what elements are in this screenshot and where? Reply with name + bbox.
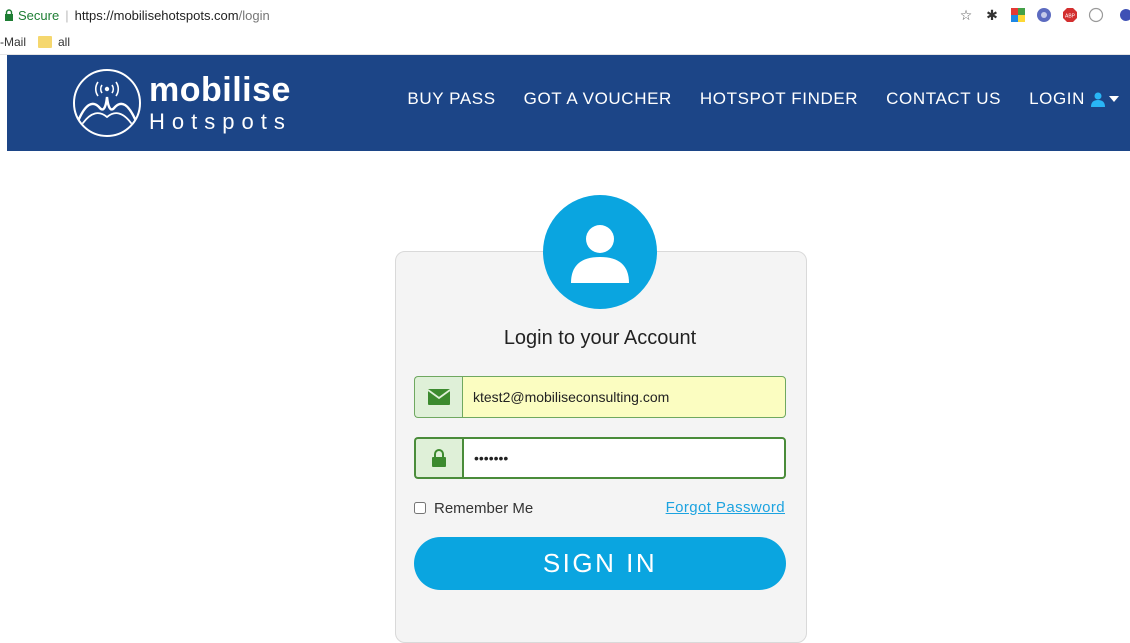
globe-icon[interactable]	[1036, 7, 1052, 23]
password-input[interactable]	[462, 437, 786, 479]
nav-buy-pass[interactable]: BUY PASS	[407, 89, 495, 109]
url-host[interactable]: https://mobilisehotspots.com	[75, 8, 239, 23]
email-addon	[414, 376, 462, 418]
logo-subtitle: Hotspots	[149, 109, 292, 134]
email-field-group	[414, 376, 786, 418]
padlock-icon	[432, 449, 446, 467]
nav-login[interactable]: LOGIN	[1029, 89, 1119, 109]
forgot-password-link[interactable]: Forgot Password	[666, 499, 785, 516]
logo-name: mobilise	[149, 71, 291, 109]
logo-text: mobilise Hotspots	[149, 73, 292, 133]
bookmark-all-label: all	[58, 35, 71, 49]
bookmark-mail[interactable]: -Mail	[0, 35, 26, 49]
bookmark-mail-label: -Mail	[0, 35, 26, 49]
envelope-icon	[427, 389, 450, 405]
nav-contact-us[interactable]: CONTACT US	[886, 89, 1001, 109]
sign-in-button[interactable]: SIGN IN	[414, 537, 786, 590]
remember-me[interactable]: Remember Me	[414, 498, 533, 518]
bookmarks-bar: -Mail all	[0, 30, 1130, 55]
puzzle-icon[interactable]	[1010, 7, 1026, 23]
nav-login-label: LOGIN	[1029, 89, 1085, 108]
main-nav: BUY PASS GOT A VOUCHER HOTSPOT FINDER CO…	[407, 89, 1119, 109]
avatar	[543, 195, 657, 309]
extension-icons: ☆ ✱ ABP	[958, 5, 1130, 25]
password-addon	[414, 437, 462, 479]
bookmark-all[interactable]: all	[38, 35, 70, 49]
hotspot-logo-icon	[73, 69, 141, 137]
remember-label: Remember Me	[434, 499, 534, 517]
address-separator: |	[65, 7, 69, 23]
url-path[interactable]: /login	[239, 8, 270, 23]
logo[interactable]: mobilise Hotspots	[67, 67, 292, 139]
nav-hotspot-finder[interactable]: HOTSPOT FINDER	[700, 89, 858, 109]
adblock-icon[interactable]: ABP	[1062, 7, 1078, 23]
folder-icon	[38, 36, 52, 48]
circle-icon[interactable]	[1088, 7, 1104, 23]
address-bar[interactable]: Secure | https://mobilisehotspots.com/lo…	[0, 0, 1130, 30]
svg-text:ABP: ABP	[1065, 14, 1076, 20]
secure-label: Secure	[18, 7, 60, 23]
site-header: mobilise Hotspots BUY PASS GOT A VOUCHER…	[7, 55, 1130, 151]
user-icon	[1091, 92, 1105, 107]
bug-icon[interactable]: ✱	[984, 7, 1000, 23]
nav-got-voucher[interactable]: GOT A VOUCHER	[524, 89, 672, 109]
caret-down-icon	[1109, 96, 1119, 102]
user-avatar-icon	[571, 225, 629, 283]
star-icon[interactable]: ☆	[958, 7, 974, 23]
lock-icon	[5, 9, 13, 21]
password-field-group	[414, 437, 786, 479]
partial-icon[interactable]	[1114, 7, 1130, 23]
remember-checkbox[interactable]	[414, 502, 426, 514]
email-input[interactable]	[462, 376, 786, 418]
login-title: Login to your Account	[503, 327, 697, 349]
